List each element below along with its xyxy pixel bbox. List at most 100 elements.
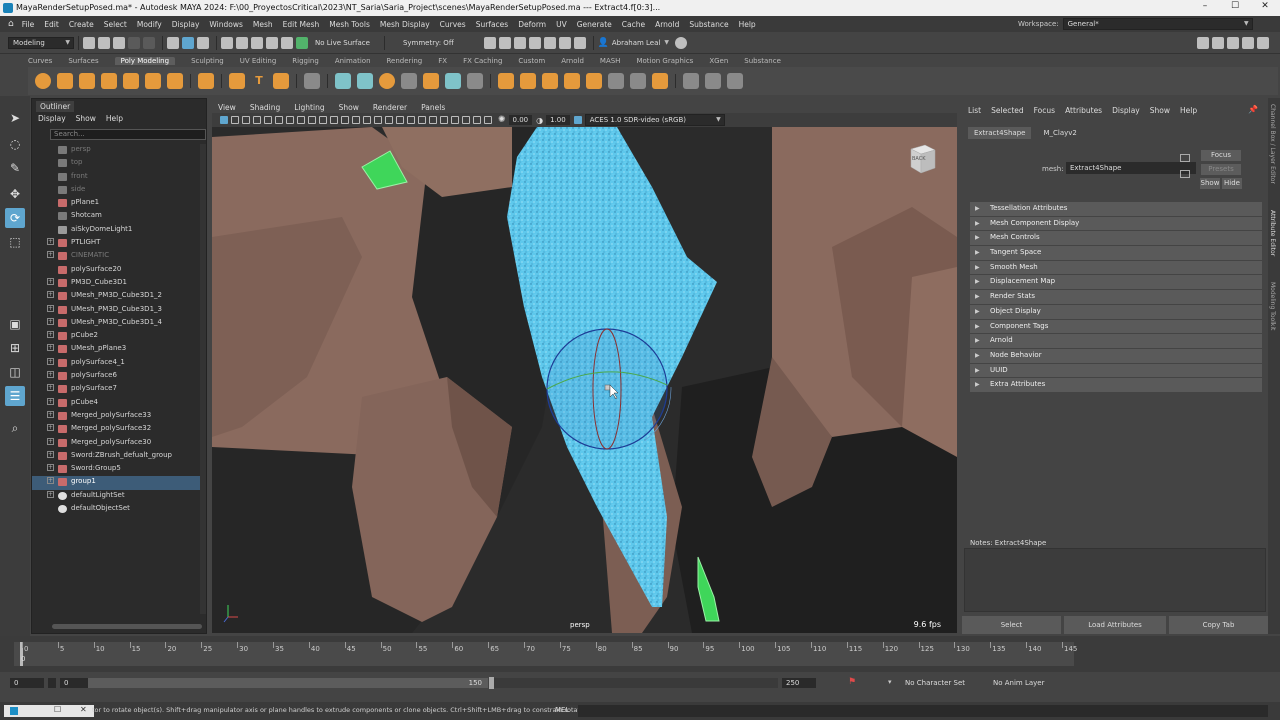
outliner-item[interactable]: + polySurface6 [32,370,202,383]
four-view-layout-icon[interactable]: ⊞ [5,338,25,358]
outliner-item[interactable]: + UMesh_PM3D_Cube3D1_3 [32,304,202,317]
range-start-handle[interactable] [48,678,56,688]
outliner-item[interactable]: + PM3D_Cube3D1 [32,277,202,290]
expand-icon[interactable]: + [47,344,54,352]
checker-icon[interactable] [304,73,320,89]
load-attributes-button[interactable]: Load Attributes [1064,616,1166,634]
snap-view-icon[interactable] [266,36,278,49]
shelf-tab-uv-editing[interactable]: UV Editing [240,57,277,65]
hide-button[interactable]: Hide [1222,178,1242,189]
bevel-icon[interactable] [542,73,558,89]
render-settings-icon[interactable] [513,36,526,49]
select-object-icon[interactable] [182,36,194,49]
xray-joints-icon[interactable] [473,116,481,124]
expand-icon[interactable]: + [47,317,54,325]
outliner-item[interactable]: + group1 [32,476,202,490]
poly-disc-icon[interactable] [167,73,183,89]
bridge-icon[interactable] [520,73,536,89]
pin-icon[interactable]: 📌 [1248,105,1258,114]
menu-mesh-tools[interactable]: Mesh Tools [329,20,370,29]
time-ruler[interactable]: 0 0 5 10 15 20 25 30 35 40 45 50 55 60 65 70 75 80 85 90 95… [14,642,1077,666]
section-node-behavior[interactable]: Node Behavior [970,348,1262,363]
section-mesh-controls[interactable]: Mesh Controls [970,231,1262,246]
minimize-button[interactable]: – [1190,1,1220,15]
ae-menu-list[interactable]: List [968,106,981,115]
shelf-tab-poly-modeling[interactable]: Poly Modeling [114,57,176,65]
multi-cut-icon[interactable] [683,73,699,89]
menu-surfaces[interactable]: Surfaces [476,20,508,29]
snap-curve-icon[interactable] [236,36,248,49]
redo-icon[interactable] [143,36,155,49]
wireframe-icon[interactable] [341,116,349,124]
user-icon[interactable]: 👤 [598,38,609,48]
super-shape-icon[interactable] [198,73,214,89]
menu-mesh[interactable]: Mesh [253,20,273,29]
collapse-icon[interactable] [608,73,624,89]
screen-space-ao-icon[interactable] [407,116,415,124]
section-extra-attributes[interactable]: Extra Attributes [970,378,1262,392]
shelf-tab-rendering[interactable]: Rendering [387,57,423,65]
bookmark-icon[interactable] [242,116,250,124]
append-polygon-icon[interactable] [586,73,602,89]
command-line-input[interactable] [578,705,1268,717]
combine-icon[interactable] [335,73,351,89]
menu-file[interactable]: File [22,20,35,29]
shelf-tab-xgen[interactable]: XGen [709,57,728,65]
layout-toggle-icon[interactable] [1227,37,1239,49]
motion-blur-icon[interactable] [418,116,426,124]
separate-icon[interactable] [357,73,373,89]
expand-icon[interactable]: + [47,397,54,405]
shelf-tab-motion-graphics[interactable]: Motion Graphics [636,57,693,65]
outliner-item[interactable]: + Sword:ZBrush_defualt_group [32,450,202,463]
outliner-item[interactable]: + pCube4 [32,397,202,410]
taskbar-item[interactable]: ☐ ✕ [4,705,94,717]
animation-start-field[interactable]: 0 [10,678,44,688]
lasso-tool-icon[interactable]: ◌ [5,134,25,154]
ae-menu-selected[interactable]: Selected [991,106,1024,115]
pause-icon[interactable] [573,36,586,49]
mesh-name-field[interactable]: Extract4Shape [1066,162,1196,174]
manipulator-pivot[interactable] [604,384,611,391]
shelf-tab-curves[interactable]: Curves [28,57,52,65]
resolution-gate-icon[interactable] [286,116,294,124]
merge-icon[interactable] [630,73,646,89]
select-button[interactable]: Select [962,616,1061,634]
outliner-item[interactable]: defaultObjectSet [32,503,202,516]
wireframe-on-shaded-icon[interactable] [363,116,371,124]
exposure-field[interactable]: 0.00 [508,115,533,125]
section-tessellation-attributes[interactable]: Tessellation Attributes [970,202,1262,216]
outliner-item[interactable]: + UMesh_PM3D_Cube3D1_4 [32,317,202,330]
outliner-item[interactable]: + polySurface7 [32,383,202,396]
layout-toggle-icon[interactable] [1242,37,1254,49]
view-transform-dropdown[interactable]: ACES 1.0 SDR-video (sRGB) ▼ [584,114,725,126]
menu-arnold[interactable]: Arnold [655,20,679,29]
insert-edge-loop-icon[interactable] [705,73,721,89]
menu-mesh-display[interactable]: Mesh Display [380,20,430,29]
shelf-tab-sculpting[interactable]: Sculpting [191,57,224,65]
outliner-item[interactable]: + CINEMATIC [32,250,202,263]
select-component-icon[interactable] [197,36,209,49]
outliner-item[interactable]: + UMesh_pPlane3 [32,343,202,356]
textured-icon[interactable] [374,116,382,124]
attribute-editor-tab[interactable]: Attribute Editor [1269,210,1276,256]
two-pane-layout-icon[interactable]: ◫ [5,362,25,382]
section-uuid[interactable]: UUID [970,363,1262,378]
viewport-menu-shading[interactable]: Shading [250,103,280,112]
anti-aliasing-icon[interactable] [429,116,437,124]
open-scene-icon[interactable] [98,36,110,49]
input-connection-icon[interactable] [1180,154,1190,162]
expand-icon[interactable]: + [47,357,54,365]
chamfer-icon[interactable] [652,73,668,89]
restore-icon[interactable]: ☐ [54,705,61,714]
smooth-shade-icon[interactable] [352,116,360,124]
ae-tab-extract4shape[interactable]: Extract4Shape [968,127,1032,139]
ae-menu-help[interactable]: Help [1180,106,1197,115]
type-icon[interactable]: T [251,73,267,89]
expand-icon[interactable]: + [47,477,54,485]
layout-toggle-icon[interactable] [1257,37,1269,49]
hypershade-icon[interactable] [528,36,541,49]
extrude-icon[interactable] [498,73,514,89]
layout-toggle-icon[interactable] [1212,37,1224,49]
channel-box-tab[interactable]: Channel Box / Layer Editor [1269,104,1276,184]
range-track[interactable] [494,678,778,688]
